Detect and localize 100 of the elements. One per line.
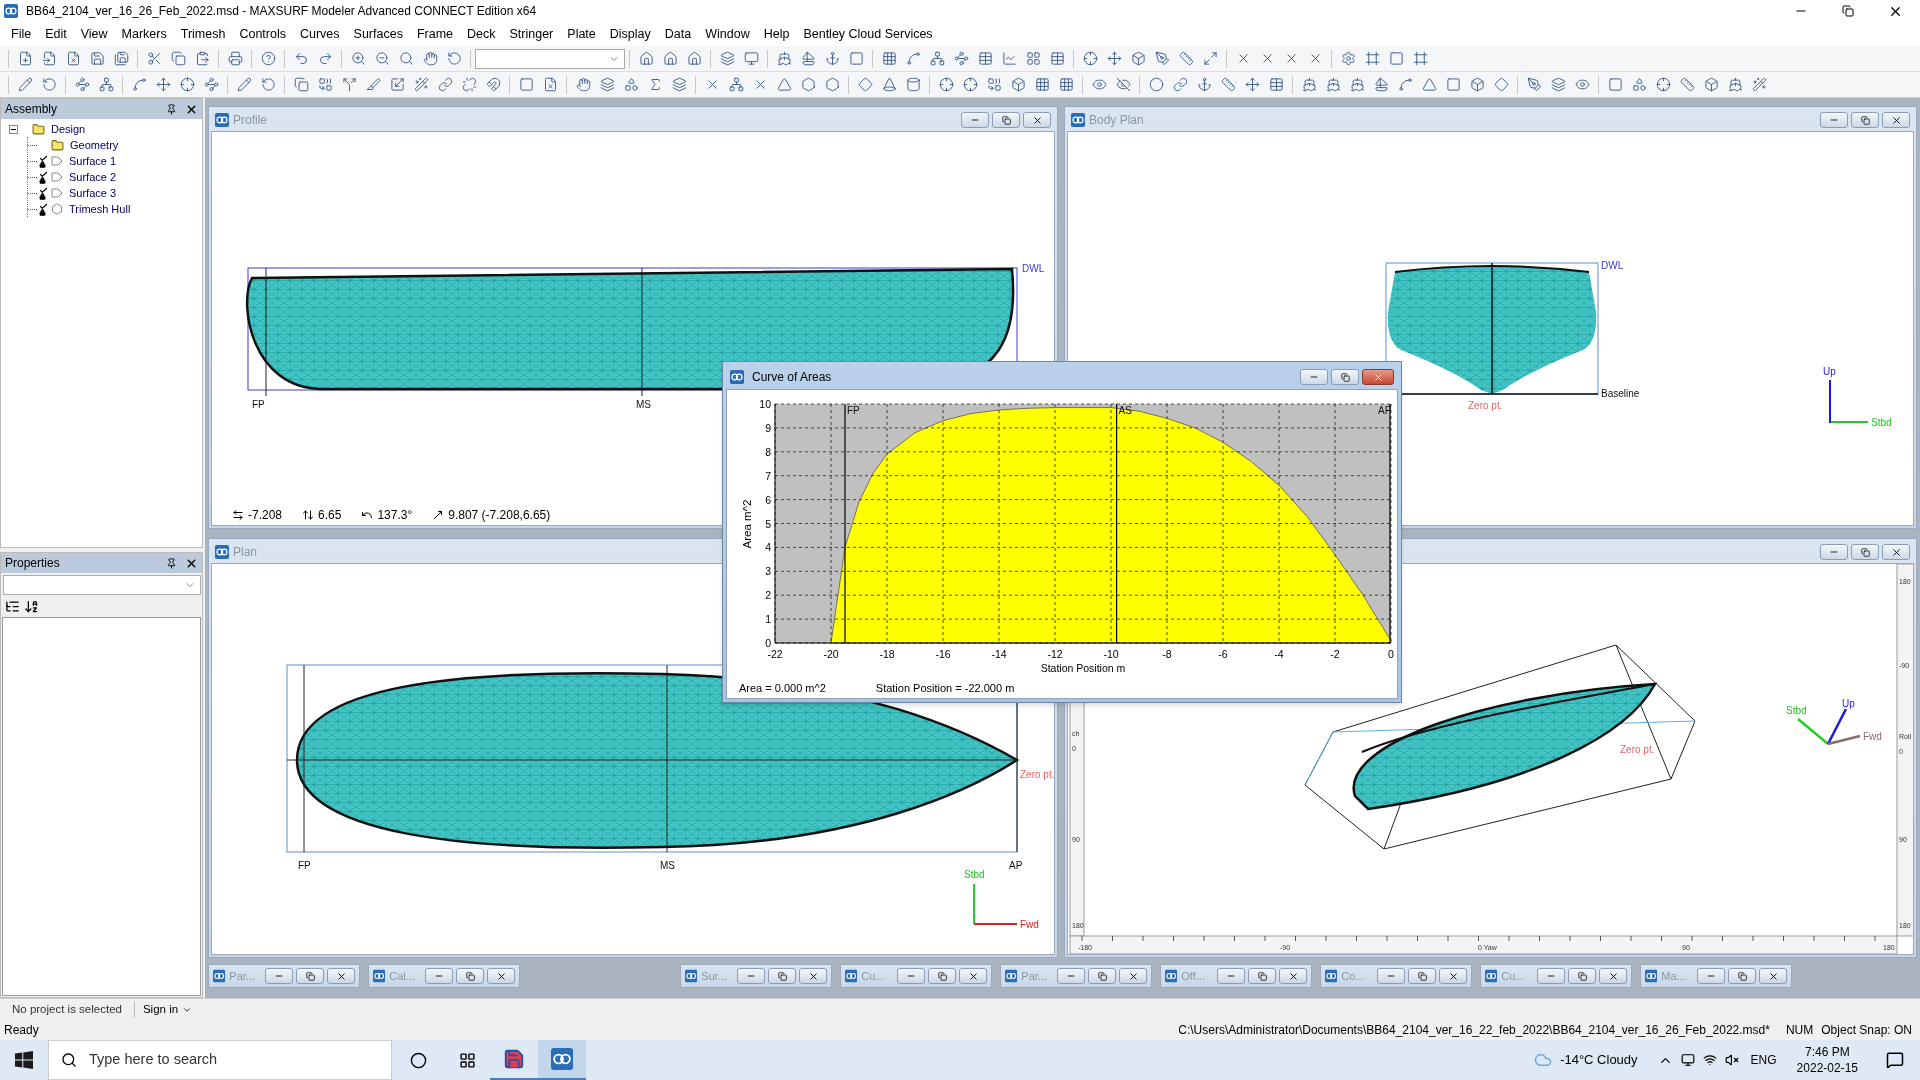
restore-button[interactable] bbox=[1851, 544, 1879, 560]
triangle-icon[interactable] bbox=[776, 77, 792, 92]
layers-icon[interactable] bbox=[1550, 77, 1566, 92]
hexagon-icon[interactable] bbox=[800, 77, 816, 92]
undo-icon[interactable] bbox=[293, 51, 309, 66]
minimize-button[interactable] bbox=[1377, 968, 1405, 984]
line-chart-icon[interactable] bbox=[1001, 51, 1017, 66]
menu-item[interactable]: File bbox=[4, 24, 39, 44]
wand-icon[interactable] bbox=[413, 77, 429, 92]
close-button[interactable] bbox=[799, 968, 827, 984]
restore-button[interactable] bbox=[296, 968, 324, 984]
menu-item[interactable]: Stringer bbox=[502, 24, 561, 44]
taskbar-search-field[interactable]: Type here to search bbox=[48, 1040, 392, 1080]
menu-item[interactable]: Trimesh bbox=[173, 24, 233, 44]
box-icon[interactable] bbox=[1703, 77, 1719, 92]
diamond-icon[interactable] bbox=[857, 77, 873, 92]
diamond-icon[interactable] bbox=[1493, 77, 1509, 92]
cortana-icon[interactable] bbox=[410, 1051, 427, 1069]
ruler-icon[interactable] bbox=[1220, 77, 1236, 92]
close-button[interactable] bbox=[487, 968, 515, 984]
curve-icon[interactable] bbox=[1397, 77, 1413, 92]
display-icon[interactable] bbox=[1680, 1053, 1695, 1067]
minimize-button[interactable] bbox=[897, 968, 925, 984]
close-button[interactable] bbox=[1279, 968, 1307, 984]
visible-check-icon[interactable] bbox=[39, 154, 48, 163]
tree-item[interactable]: Trimesh Hull bbox=[69, 200, 131, 218]
search-icon[interactable] bbox=[398, 51, 414, 66]
lock-icon[interactable] bbox=[39, 161, 46, 168]
close-button[interactable] bbox=[1882, 544, 1910, 560]
minimize-button[interactable] bbox=[1820, 112, 1848, 128]
box-icon[interactable] bbox=[1010, 77, 1026, 92]
rotate-icon[interactable] bbox=[446, 51, 462, 66]
crosshair-icon[interactable] bbox=[938, 77, 954, 92]
close-button[interactable] bbox=[1439, 968, 1467, 984]
crosshair-icon[interactable] bbox=[1082, 51, 1098, 66]
task-view-icon[interactable] bbox=[459, 1051, 476, 1069]
sailboat-icon[interactable] bbox=[1373, 77, 1389, 92]
layers-icon[interactable] bbox=[671, 77, 687, 92]
link-icon[interactable] bbox=[437, 77, 453, 92]
minimize-button[interactable] bbox=[961, 112, 989, 128]
minimize-button[interactable] bbox=[737, 968, 765, 984]
lock-icon[interactable] bbox=[39, 209, 46, 216]
minimize-button[interactable] bbox=[425, 968, 453, 984]
tree-item[interactable]: Design bbox=[51, 120, 86, 138]
frame-icon[interactable] bbox=[1364, 51, 1380, 66]
restore-button[interactable] bbox=[456, 968, 484, 984]
print-icon[interactable] bbox=[227, 51, 243, 66]
menu-item[interactable]: Controls bbox=[232, 24, 293, 44]
menu-item[interactable]: Frame bbox=[409, 24, 461, 44]
tree-item[interactable]: Surface 2 bbox=[69, 168, 117, 186]
close-button[interactable] bbox=[1023, 112, 1051, 128]
table-icon[interactable] bbox=[1268, 77, 1284, 92]
pin-icon[interactable] bbox=[166, 557, 177, 569]
crosshair-icon[interactable] bbox=[1655, 77, 1671, 92]
link-icon[interactable] bbox=[1172, 77, 1188, 92]
tree-item[interactable]: Surface 3 bbox=[69, 184, 117, 202]
waypoints-icon[interactable] bbox=[74, 77, 90, 92]
eye-off-icon[interactable] bbox=[1115, 77, 1131, 92]
home-icon[interactable] bbox=[662, 51, 678, 66]
notifications-icon[interactable] bbox=[1886, 1051, 1904, 1069]
crosshair-icon[interactable] bbox=[179, 77, 195, 92]
menu-item[interactable]: Plate bbox=[560, 24, 603, 44]
view-combo-field[interactable] bbox=[475, 48, 625, 69]
table-icon[interactable] bbox=[977, 51, 993, 66]
hexagon-icon[interactable] bbox=[824, 77, 840, 92]
restore-button[interactable] bbox=[1568, 968, 1596, 984]
restore-button[interactable] bbox=[928, 968, 956, 984]
ship-icon[interactable] bbox=[1301, 77, 1317, 92]
combine-icon[interactable] bbox=[986, 77, 1002, 92]
restore-button[interactable] bbox=[1851, 112, 1879, 128]
windows-start-icon[interactable] bbox=[15, 1051, 33, 1069]
grid-icon[interactable] bbox=[1058, 77, 1074, 92]
square-icon[interactable] bbox=[848, 51, 864, 66]
menu-item[interactable]: Surfaces bbox=[346, 24, 410, 44]
language-indicator[interactable]: ENG bbox=[1750, 1051, 1777, 1069]
ruler-icon[interactable] bbox=[1178, 51, 1194, 66]
table-icon[interactable] bbox=[1049, 51, 1065, 66]
expand-icon[interactable] bbox=[1202, 51, 1218, 66]
box-icon[interactable] bbox=[1130, 51, 1146, 66]
minimize-button[interactable] bbox=[1217, 968, 1245, 984]
move-icon[interactable] bbox=[1244, 77, 1260, 92]
cylinder-icon[interactable] bbox=[905, 77, 921, 92]
restore-button[interactable] bbox=[1248, 968, 1276, 984]
close-button[interactable] bbox=[1119, 968, 1147, 984]
slice-icon[interactable] bbox=[365, 77, 381, 92]
minimize-button[interactable] bbox=[1057, 968, 1085, 984]
menu-item[interactable]: Curves bbox=[292, 24, 347, 44]
pen-icon[interactable] bbox=[1154, 51, 1170, 66]
minimize-button[interactable] bbox=[265, 968, 293, 984]
move-icon[interactable] bbox=[155, 77, 171, 92]
unlink-icon[interactable] bbox=[461, 77, 477, 92]
minimize-button[interactable] bbox=[1300, 369, 1328, 385]
settings-icon[interactable] bbox=[1340, 51, 1356, 66]
triangle-icon[interactable] bbox=[1421, 77, 1437, 92]
close-button[interactable] bbox=[1599, 968, 1627, 984]
pencil-icon[interactable] bbox=[236, 77, 252, 92]
square-icon[interactable] bbox=[518, 77, 534, 92]
grid-icon[interactable] bbox=[881, 51, 897, 66]
close-button[interactable] bbox=[1362, 369, 1394, 385]
ship-icon[interactable] bbox=[1325, 77, 1341, 92]
